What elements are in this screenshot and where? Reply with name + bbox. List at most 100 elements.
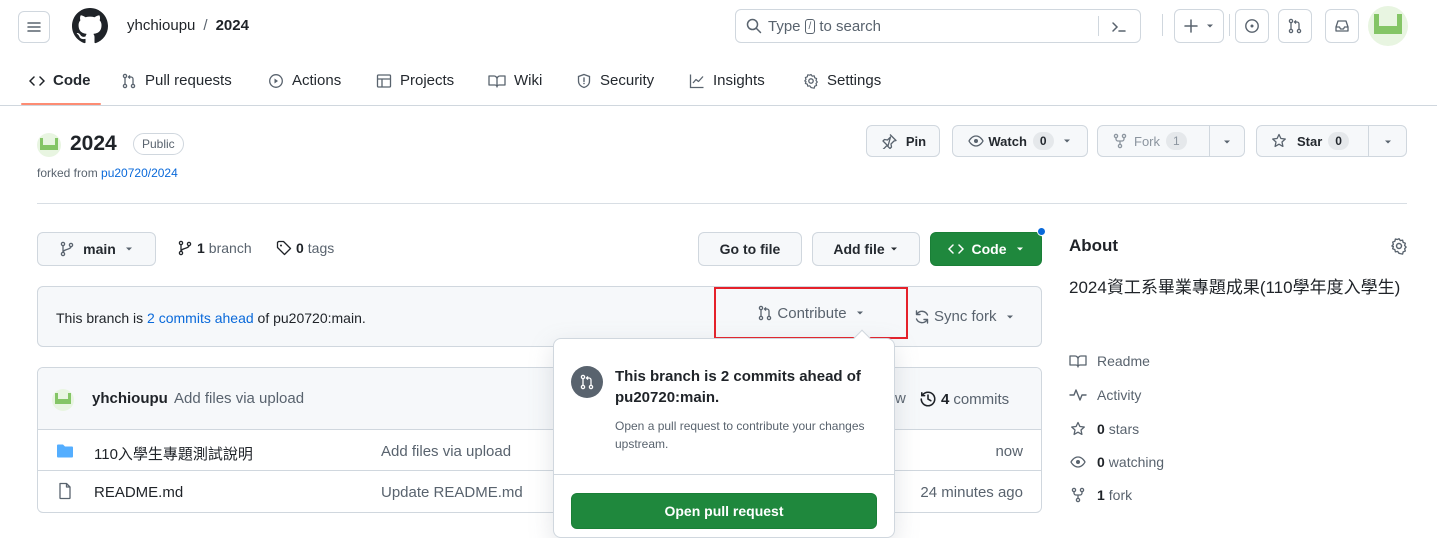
tab-insights-label: Insights — [713, 72, 765, 89]
tags-count: 0 — [296, 240, 304, 256]
ahead-link[interactable]: 2 commits ahead — [147, 310, 254, 326]
triangle-down-icon[interactable] — [1383, 137, 1393, 147]
issues-button[interactable] — [1235, 9, 1269, 43]
eye-icon — [968, 135, 985, 147]
star-icon — [1071, 421, 1085, 436]
repo-title[interactable]: 2024 — [70, 132, 117, 156]
tab-actions-label: Actions — [292, 72, 342, 89]
star-icon — [1272, 133, 1286, 148]
star-button[interactable]: Star 0 — [1256, 125, 1407, 157]
popover-title: This branch is 2 commits ahead of pu2072… — [615, 368, 861, 406]
file-name[interactable]: README.md — [94, 484, 183, 501]
create-new-button[interactable] — [1174, 9, 1224, 43]
ahead-prefix: This branch is — [56, 310, 144, 326]
readme-label: Readme — [1097, 353, 1150, 369]
file-name[interactable]: 110入學生專題測試說明 — [94, 443, 253, 464]
breadcrumb-owner[interactable]: yhchioupu — [127, 17, 195, 34]
triangle-down-icon — [1063, 139, 1070, 143]
stars-label: stars — [1108, 421, 1140, 437]
search-icon — [746, 18, 762, 34]
repo-header-divider — [37, 203, 1407, 204]
command-palette-icon[interactable] — [1110, 19, 1128, 35]
visibility-badge: Public — [133, 133, 184, 155]
fork-count: 1 — [1166, 132, 1187, 150]
tab-code[interactable]: Code — [29, 72, 91, 89]
add-file-label: Add file — [833, 241, 885, 257]
search-divider — [1098, 16, 1099, 36]
pin-icon — [882, 134, 897, 149]
triangle-down-icon[interactable] — [1222, 137, 1232, 147]
graph-icon — [689, 74, 704, 88]
go-to-file-button[interactable]: Go to file — [698, 232, 802, 266]
user-avatar[interactable] — [1368, 6, 1408, 46]
github-logo-icon[interactable] — [72, 8, 108, 44]
header-divider-2 — [1229, 14, 1230, 36]
code-dropdown-button[interactable]: Code — [930, 232, 1042, 266]
play-icon — [269, 73, 283, 88]
issue-opened-icon — [1245, 19, 1259, 33]
open-pull-request-button[interactable]: Open pull request — [571, 493, 877, 529]
branches-link[interactable]: 1 branch — [177, 240, 252, 256]
forks-count: 1 — [1097, 487, 1105, 503]
contribute-button[interactable]: Contribute — [714, 287, 908, 339]
tab-security[interactable]: Security — [576, 72, 654, 89]
add-file-button[interactable]: Add file — [812, 232, 920, 266]
search-key-hint: / — [804, 18, 816, 34]
pulse-icon — [1069, 389, 1087, 401]
tags-link[interactable]: 0 tags — [276, 240, 334, 256]
breadcrumb-repo[interactable]: 2024 — [216, 17, 249, 34]
sync-fork-button[interactable]: Sync fork — [914, 308, 1015, 325]
commit-message[interactable]: Add files via upload — [174, 390, 304, 407]
gear-icon — [804, 73, 818, 89]
about-stars-link[interactable]: 0 stars — [1069, 421, 1139, 437]
eye-icon — [1070, 456, 1086, 468]
header-divider — [1162, 14, 1163, 36]
tab-projects[interactable]: Projects — [376, 72, 454, 89]
file-commit-message[interactable]: Add files via upload — [381, 443, 511, 460]
forked-from-line: forked from pu20720/2024 — [37, 166, 178, 180]
hamburger-menu-button[interactable] — [18, 11, 50, 43]
breadcrumb-separator: / — [203, 17, 208, 34]
search-input[interactable]: Type / to search — [735, 9, 1141, 43]
watching-count: 0 — [1097, 454, 1105, 470]
commits-link[interactable]: 4 commits — [919, 390, 1009, 408]
file-time: 24 minutes ago — [920, 484, 1023, 501]
repo-forked-icon — [1113, 133, 1127, 149]
plus-icon — [1184, 19, 1198, 33]
commit-author-avatar[interactable] — [52, 389, 74, 411]
about-readme-link[interactable]: Readme — [1069, 353, 1150, 369]
tab-pull-requests[interactable]: Pull requests — [121, 72, 232, 89]
folder-icon — [57, 444, 73, 458]
triangle-down-icon — [856, 311, 863, 315]
forked-from-link[interactable]: pu20720/2024 — [101, 166, 178, 180]
tab-settings[interactable]: Settings — [803, 72, 881, 89]
fork-button[interactable]: Fork 1 — [1097, 125, 1245, 157]
file-commit-message[interactable]: Update README.md — [381, 484, 523, 501]
about-forks-link[interactable]: 1 fork — [1069, 487, 1132, 503]
stars-count: 0 — [1097, 421, 1105, 437]
tags-label: tags — [307, 240, 335, 256]
tab-actions[interactable]: Actions — [268, 72, 341, 89]
watch-button[interactable]: Watch 0 — [952, 125, 1088, 157]
tab-insights[interactable]: Insights — [689, 72, 765, 89]
popover-description: Open a pull request to contribute your c… — [615, 419, 865, 451]
inbox-button[interactable] — [1325, 9, 1359, 43]
branch-selector[interactable]: main — [37, 232, 156, 266]
about-activity-link[interactable]: Activity — [1069, 387, 1141, 403]
inbox-icon — [1335, 20, 1349, 32]
commit-time-partial: w — [895, 390, 906, 407]
pull-requests-header-button[interactable] — [1278, 9, 1312, 43]
contribute-popover: This branch is 2 commits ahead of pu2072… — [553, 329, 895, 538]
git-branch-icon — [178, 240, 192, 256]
about-watching-link[interactable]: 0 watching — [1069, 454, 1164, 470]
tab-wiki[interactable]: Wiki — [488, 72, 542, 89]
pin-button[interactable]: Pin — [866, 125, 940, 157]
about-heading: About — [1069, 236, 1119, 255]
tab-pull-requests-label: Pull requests — [145, 72, 232, 89]
commits-count: 4 — [941, 390, 950, 408]
star-count: 0 — [1328, 132, 1349, 150]
commit-author[interactable]: yhchioupu — [92, 390, 168, 407]
star-divider — [1368, 126, 1369, 156]
fork-label: Fork — [1134, 133, 1160, 149]
gear-icon[interactable] — [1390, 237, 1408, 255]
